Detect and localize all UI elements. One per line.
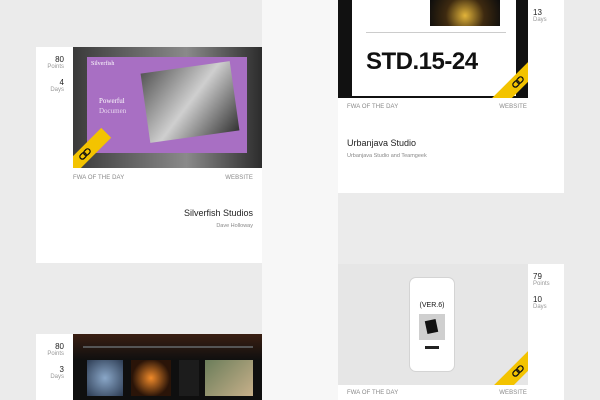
days-label: Days [50,87,64,93]
phone-button [425,346,439,349]
points-label: Points [47,351,64,357]
link-icon [512,76,524,88]
category-tag[interactable]: WEBSITE [225,175,253,181]
card-stats: 79 Points 10 Days [528,264,564,310]
points-label: Points [47,64,64,70]
project-author[interactable]: Dave Holloway [216,223,253,229]
project-author[interactable]: Urbanjava Studio and Teamgeek [347,153,427,159]
points-value: 80 [55,342,64,351]
days-label: Days [533,304,547,310]
thumbnail-tile-2 [131,360,171,396]
thumbnail-tile-3 [179,360,199,396]
thumbnail-meta-lines [366,32,506,40]
column-gutter-left [262,0,300,400]
bag-icon [424,318,439,335]
days-value: 4 [59,78,64,87]
link-icon [512,365,524,377]
award-tag[interactable]: FWA OF THE DAY [347,104,398,110]
phone-mockup: (VER.6) [409,277,455,372]
project-card-silverfish[interactable]: 80 Points 4 Days Silverfish Powerful Doc… [36,47,262,263]
thumbnail-top-bar [83,346,253,348]
days-label: Days [533,17,547,23]
thumbnail-tile-1 [87,360,123,396]
thumbnail-brand: Silverfish [91,61,115,67]
points-value: 79 [533,272,542,281]
award-tag[interactable]: FWA OF THE DAY [73,175,124,181]
card-tags: FWA OF THE DAY WEBSITE [347,390,527,396]
days-label: Days [50,374,64,380]
card-tags: FWA OF THE DAY WEBSITE [73,175,253,181]
category-tag[interactable]: WEBSITE [499,104,527,110]
category-tag[interactable]: WEBSITE [499,390,527,396]
fwa-ribbon [491,344,528,385]
project-thumbnail[interactable]: Silverfish Powerful Documen [73,47,262,168]
days-value: 13 [533,8,542,17]
project-title[interactable]: Silverfish Studios [184,208,253,218]
project-thumbnail[interactable]: STD.15-24 [338,0,528,98]
days-value: 3 [59,365,64,374]
project-thumbnail[interactable] [73,334,262,400]
project-card-4[interactable]: (VER.6) 79 Points 10 Days FWA OF THE DAY… [338,264,564,400]
project-title[interactable]: Urbanjava Studio [347,138,416,148]
thumbnail-headline-1: Powerful [99,97,125,105]
thumbnail-photo-card [140,61,240,143]
card-stats: 13 Days [528,0,564,23]
thumbnail-headline: STD.15-24 [366,48,478,75]
award-tag[interactable]: FWA OF THE DAY [347,390,398,396]
column-gutter-right [300,0,338,400]
card-stats: 80 Points 4 Days [36,47,72,93]
card-stats: 80 Points 3 Days [36,334,72,380]
points-label: Points [533,281,550,287]
project-card-urbanjava[interactable]: STD.15-24 13 Days FWA OF THE DAY WEBSITE… [338,0,564,193]
phone-label: (VER.6) [419,302,445,309]
thumbnail-food-image [430,0,500,26]
points-value: 80 [55,55,64,64]
thumbnail-tile-4 [205,360,253,396]
card-tags: FWA OF THE DAY WEBSITE [347,104,527,110]
thumbnail-headline-2: Documen [99,107,127,115]
project-card-3[interactable]: 80 Points 3 Days [36,334,262,400]
days-value: 10 [533,295,542,304]
project-thumbnail[interactable]: (VER.6) [338,264,528,385]
